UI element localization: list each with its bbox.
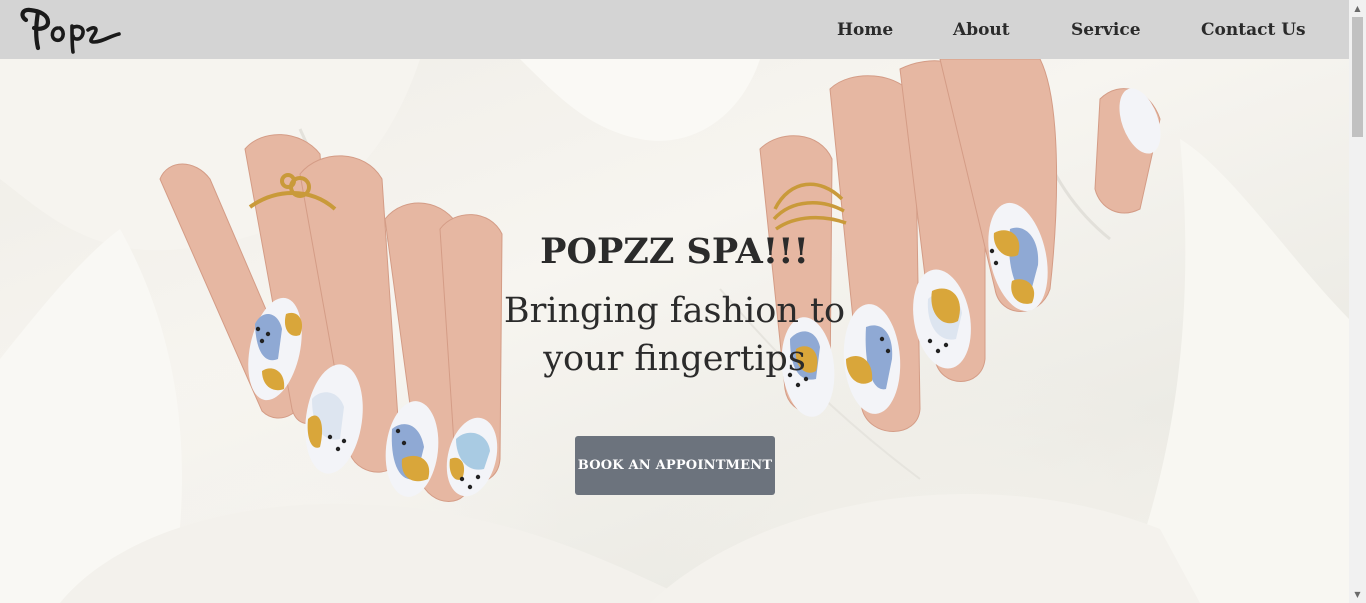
nav-service-link[interactable]: Service <box>1071 18 1141 42</box>
book-appointment-button[interactable]: BOOK AN APPOINTMENT <box>575 436 775 495</box>
scrollbar-thumb[interactable] <box>1352 17 1363 137</box>
top-nav-bar: Home About Service Contact Us <box>0 0 1349 59</box>
nav-contact-us-link[interactable]: Contact Us <box>1201 18 1306 42</box>
main-nav: Home About Service Contact Us <box>0 0 1349 59</box>
scroll-down-arrow-icon[interactable]: ▼ <box>1349 586 1366 603</box>
hero-section: POPZZ SPA!!! Bringing fashion to your fi… <box>0 59 1349 603</box>
nav-home-link[interactable]: Home <box>837 18 893 42</box>
scroll-up-arrow-icon[interactable]: ▲ <box>1349 0 1366 17</box>
hero-title: POPZZ SPA!!! <box>540 231 809 272</box>
nav-about-link[interactable]: About <box>953 18 1010 42</box>
page-scrollbar[interactable]: ▲ ▼ <box>1349 0 1366 603</box>
hero-tagline: Bringing fashion to your fingertips <box>503 291 846 379</box>
